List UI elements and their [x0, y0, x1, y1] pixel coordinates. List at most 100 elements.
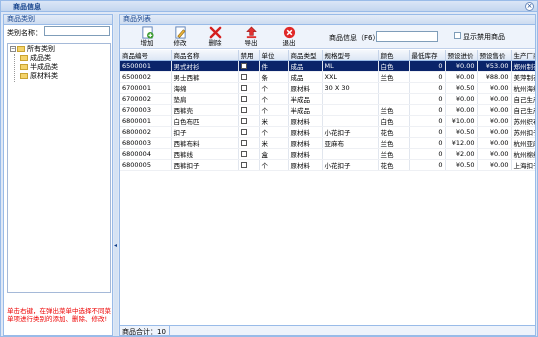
exit-button[interactable]: 退出 [276, 26, 302, 48]
category-tree[interactable]: − 所有类别 成品类 半成品类 原材料类 [7, 43, 111, 293]
table-cell: ¥0.50 [445, 82, 478, 94]
table-cell: 亚麻布 [322, 137, 379, 149]
column-header[interactable]: 最低库存 [409, 50, 446, 61]
disabled-checkbox[interactable] [240, 96, 247, 102]
table-cell [322, 104, 379, 116]
table-cell: 0 [409, 82, 446, 94]
product-table: 商品编号 商品名称 禁用 单位 商品类型 规格型号 颜色 最低库存 预设进价 预… [120, 50, 535, 325]
category-name-input[interactable] [44, 26, 110, 36]
table-row[interactable]: 6700001海绵 个原材料30 X 30 0¥0.50¥0.00杭州海绵厂 [120, 82, 535, 94]
tree-node-label: 原材料类 [30, 72, 58, 80]
table-cell: 兰色 [378, 71, 410, 83]
table-cell: 0 [409, 93, 446, 105]
disabled-checkbox[interactable] [240, 140, 247, 146]
table-cell: 男士西裤 [171, 71, 239, 83]
table-cell: 30 X 30 [322, 82, 379, 94]
table-cell: 6800004 [120, 148, 172, 160]
table-cell: 西裤壳 [171, 104, 239, 116]
table-cell: ¥88.00 [477, 71, 512, 83]
add-button[interactable]: 增加 [134, 26, 160, 48]
table-cell: 自己生产 [511, 104, 535, 116]
disabled-checkbox[interactable] [240, 162, 247, 168]
table-row[interactable]: 6800002扣子 个原材料小花扣子花色0¥0.50¥0.00苏州扣子厂 [120, 126, 535, 138]
column-header[interactable]: 商品名称 [171, 50, 239, 61]
table-row[interactable]: 6700003西裤壳个半成品兰色0¥0.00¥0.00自己生产 [120, 104, 535, 116]
table-cell: 0 [409, 60, 446, 72]
table-cell: ¥0.00 [445, 104, 478, 116]
show-disabled-label: 显示禁用商品 [463, 33, 505, 41]
table-row[interactable]: 6800005西裤扣子 个原材料小花扣子花色0¥0.50¥0.00上海扣子厂 [120, 159, 535, 171]
table-cell: 成品 [288, 71, 323, 83]
delete-button[interactable]: 删除 [202, 26, 228, 48]
table-cell: 杭州海绵厂 [511, 82, 535, 94]
add-icon [141, 26, 154, 39]
panel-splitter[interactable]: ◂ [114, 14, 118, 336]
table-row[interactable]: 6800001白色布匹 米原材料 白色0¥10.00¥0.00苏州织布厂 [120, 115, 535, 127]
disabled-cell [238, 115, 260, 127]
table-header-row: 商品编号 商品名称 禁用 单位 商品类型 规格型号 颜色 最低库存 预设进价 预… [120, 50, 535, 61]
product-total: 商品合计：10 [122, 328, 166, 336]
table-cell: ¥0.00 [445, 60, 478, 72]
table-row[interactable]: 6700002垫肩个半成品0¥0.00¥0.00自己生产 [120, 93, 535, 105]
disabled-cell [238, 60, 260, 72]
table-cell: 成品 [288, 60, 323, 72]
table-cell: 原材料 [288, 159, 323, 171]
table-cell: 苏州织布厂 [511, 115, 535, 127]
table-cell: 6800003 [120, 137, 172, 149]
exit-icon [283, 26, 295, 39]
product-search-input[interactable] [376, 31, 438, 42]
disabled-checkbox[interactable] [240, 129, 247, 135]
product-list-header: 商品列表 [120, 15, 535, 25]
table-cell: ¥0.00 [477, 159, 512, 171]
show-disabled-checkbox[interactable] [454, 32, 461, 39]
table-cell: 6800002 [120, 126, 172, 138]
table-cell: ML [322, 60, 379, 72]
tree-node-root[interactable]: − 所有类别 [10, 45, 55, 54]
table-cell: 兰色 [378, 148, 410, 160]
table-cell [322, 148, 379, 160]
tree-node-raw-material[interactable]: 原材料类 [20, 72, 58, 81]
disabled-cell [238, 137, 260, 149]
column-header[interactable]: 预设进价 [445, 50, 478, 61]
collapse-icon[interactable]: − [10, 46, 16, 52]
tree-node-semi-finished[interactable]: 半成品类 [20, 63, 58, 72]
column-header[interactable]: 商品编号 [120, 50, 172, 61]
column-header[interactable]: 生产厂商 [511, 50, 535, 61]
column-header[interactable]: 禁用 [238, 50, 260, 61]
table-cell: ¥0.50 [445, 159, 478, 171]
disabled-checkbox[interactable] [240, 63, 247, 69]
close-icon[interactable]: × [525, 2, 534, 11]
tree-node-finished[interactable]: 成品类 [20, 54, 51, 63]
table-cell [322, 115, 379, 127]
table-row[interactable]: 6500002男士西裤 条成品XXL兰色0¥0.00¥88.00美萍制衣厂 [120, 71, 535, 83]
table-cell: 条 [259, 71, 289, 83]
table-cell: 男式衬衫 [171, 60, 239, 72]
table-cell: 杭州棉线厂 [511, 148, 535, 160]
collapse-left-icon[interactable]: ◂ [114, 242, 117, 249]
column-header[interactable]: 规格型号 [322, 50, 379, 61]
table-cell: 白色布匹 [171, 115, 239, 127]
column-header[interactable]: 颜色 [378, 50, 410, 61]
column-header[interactable]: 单位 [259, 50, 289, 61]
column-header[interactable]: 商品类型 [288, 50, 323, 61]
table-row[interactable]: 6800003西裤布料 米原材料亚麻布兰色0¥12.00¥0.00杭州亚麻织 [120, 137, 535, 149]
table-cell: 0 [409, 71, 446, 83]
table-row[interactable]: 6500001男式衬衫 件成品ML白色0¥0.00¥53.00郑州制衣厂 [120, 60, 535, 72]
disabled-checkbox[interactable] [240, 118, 247, 124]
disabled-checkbox[interactable] [240, 74, 247, 80]
disabled-cell [238, 82, 260, 94]
column-header[interactable]: 预设售价 [477, 50, 512, 61]
edit-button[interactable]: 修改 [167, 26, 193, 48]
disabled-checkbox[interactable] [240, 107, 247, 113]
disabled-checkbox[interactable] [240, 151, 247, 157]
table-cell: 西裤扣子 [171, 159, 239, 171]
table-cell: ¥0.00 [477, 93, 512, 105]
folder-icon [20, 55, 28, 61]
table-cell: 米 [259, 137, 289, 149]
edit-icon [174, 26, 186, 39]
title-bar: 商品信息 × [1, 1, 537, 12]
export-button[interactable]: 导出 [238, 26, 264, 48]
table-row[interactable]: 6800004西裤线 盒原材料 兰色0¥2.00¥0.00杭州棉线厂 [120, 148, 535, 160]
disabled-checkbox[interactable] [240, 85, 247, 91]
table-cell: 兰色 [378, 137, 410, 149]
